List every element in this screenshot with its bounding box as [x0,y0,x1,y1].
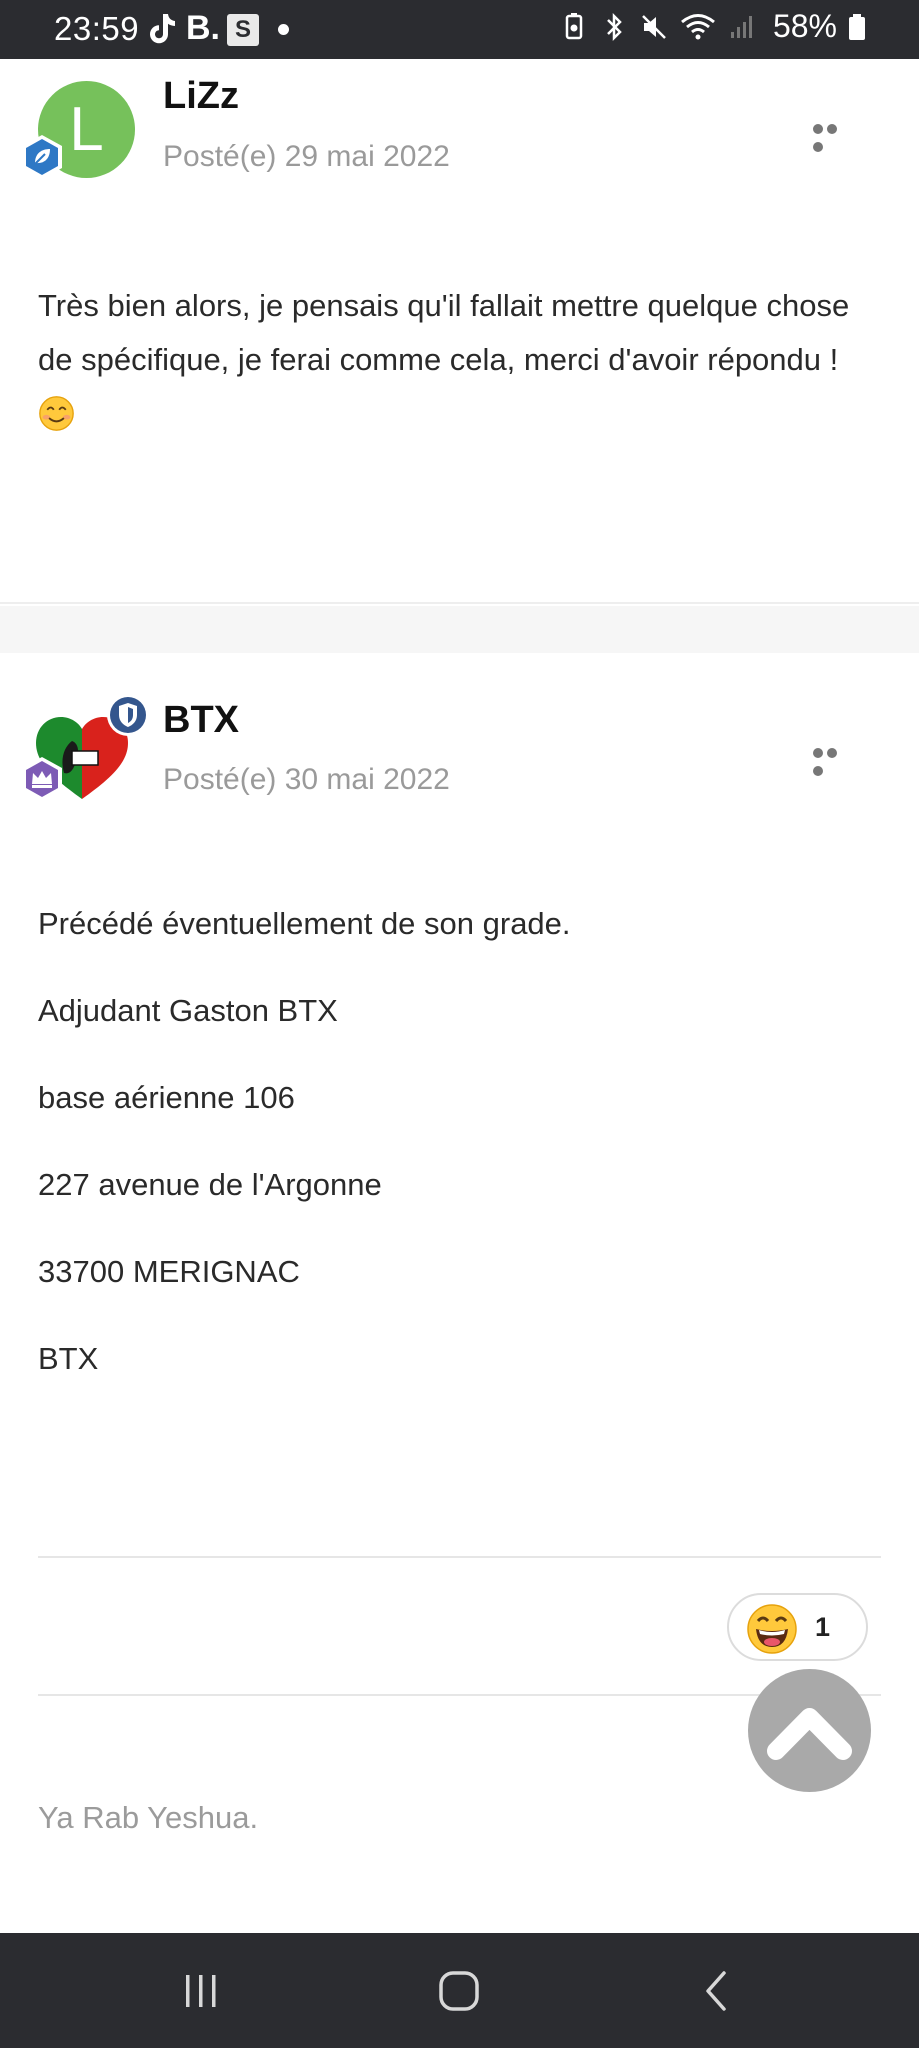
app-s-icon: S [227,14,259,46]
recent-apps-icon[interactable] [166,1963,236,2019]
signal-icon [730,15,752,38]
wifi-icon [681,13,715,39]
more-options-button[interactable] [813,121,853,152]
post-line: base aérienne 106 [38,1080,295,1115]
divider [38,1694,881,1696]
post-separator [0,606,919,653]
battery-icon [849,13,865,40]
shield-badge-icon [107,694,149,736]
reaction-count: 1 [815,1612,831,1642]
system-navigation-bar [0,1933,919,2048]
tiktok-icon [150,14,175,44]
mute-icon [642,14,666,39]
author-name[interactable]: BTX [163,699,239,742]
post-line: 33700 MERIGNAC [38,1254,300,1289]
laughing-face-emoji-icon [747,1604,797,1654]
app-b-icon: B. [186,9,220,47]
post-body: Très bien alors, je pensais qu'il fallai… [38,279,883,441]
more-options-button[interactable] [813,745,853,776]
clock: 23:59 [54,10,140,47]
smiling-face-emoji-icon [39,396,74,431]
crown-badge-icon [22,757,62,801]
post-line: BTX [38,1341,99,1376]
post-line: Adjudant Gaston BTX [38,993,338,1028]
post-date: Posté(e) 30 mai 2022 [163,763,450,796]
status-bar: 23:59 B. S 58% [0,0,919,59]
author-name[interactable]: LiZz [163,75,239,118]
post-text: Très bien alors, je pensais qu'il fallai… [38,288,850,377]
bluetooth-icon [607,12,622,41]
back-icon[interactable] [682,1963,752,2019]
scroll-to-top-button[interactable] [748,1669,871,1792]
chevron-up-icon [767,1708,852,1760]
post-date: Posté(e) 29 mai 2022 [163,140,450,173]
post-line: Précédé éventuellement de son grade. [38,906,571,941]
signature: Ya Rab Yeshua. [38,1800,259,1835]
divider [38,1556,881,1558]
status-icons: 58% [559,8,867,45]
post-line: 227 avenue de l'Argonne [38,1167,382,1202]
battery-percent: 58% [772,8,837,44]
post-card-lizz: L LiZz Posté(e) 29 mai 2022 Très bien al… [0,59,919,604]
battery-saver-icon [565,12,583,39]
leaf-badge-icon [22,135,62,179]
home-icon[interactable] [424,1963,494,2019]
reaction-button[interactable]: 1 [727,1593,868,1661]
notification-dot-icon [278,24,289,35]
